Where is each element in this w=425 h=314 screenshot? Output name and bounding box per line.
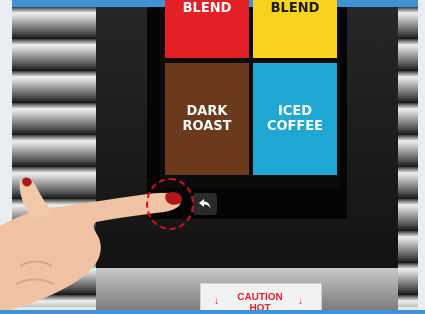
vending-machine-photo: BLEND BLEND DARK ROAST ICED COFFEE CAUTI…	[0, 0, 425, 314]
caution-arrow-icon: ↓	[214, 296, 219, 307]
bottom-border	[0, 310, 425, 314]
right-machine-slats	[398, 7, 418, 307]
drink-tile-blend-red[interactable]: BLEND	[165, 0, 249, 58]
drink-tile-iced-coffee[interactable]: ICED COFFEE	[253, 63, 337, 175]
drink-tile-blend-yellow[interactable]: BLEND	[253, 0, 337, 58]
drink-tile-dark-roast[interactable]: DARK ROAST	[165, 63, 249, 175]
drink-tile-label: BLEND	[270, 1, 320, 16]
drink-tile-label: DARK ROAST	[182, 104, 232, 134]
right-frame	[418, 0, 425, 314]
drink-tile-label: ICED COFFEE	[266, 104, 324, 134]
drink-tile-label: BLEND	[182, 1, 232, 16]
back-arrow-icon	[199, 199, 211, 209]
caution-arrow-icon: ↓	[298, 296, 303, 307]
touch-indicator-ring	[146, 178, 194, 230]
